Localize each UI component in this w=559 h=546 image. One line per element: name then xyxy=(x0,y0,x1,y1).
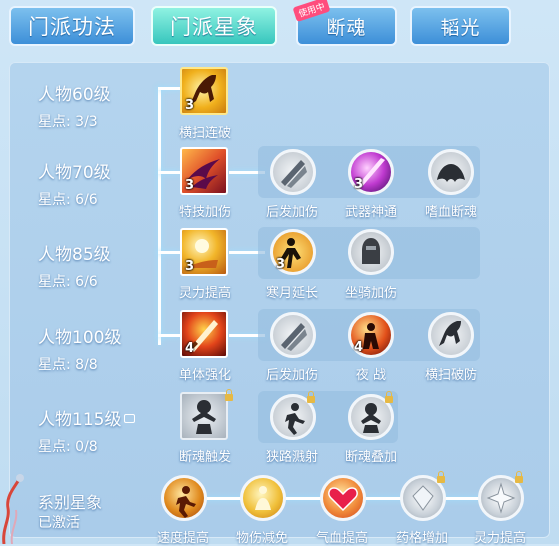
gem-icon xyxy=(412,485,434,511)
skill-han-yue-yan-chang[interactable]: 3 xyxy=(270,229,316,275)
armored-knight-icon xyxy=(362,238,380,264)
tab-duanhun[interactable]: 使用中 断魂 xyxy=(292,0,397,46)
meditating-figure-icon xyxy=(255,486,271,510)
blade-slash-icon xyxy=(281,323,307,351)
ornament-decoration xyxy=(2,474,24,544)
level-100: 人物100级 星点: 8/8 xyxy=(38,323,121,374)
lock-icon xyxy=(437,471,445,483)
skill-te-ji-jia-shang[interactable]: 3 xyxy=(180,147,228,195)
lock-icon xyxy=(307,391,315,403)
level-count: 3 xyxy=(185,178,195,193)
tab-label: 门派星象 xyxy=(170,15,258,39)
skill-label: 单体强化 xyxy=(178,368,231,383)
level-85: 人物85级 星点: 6/6 xyxy=(38,240,111,291)
tab-taoguang[interactable]: 韬光 xyxy=(410,6,511,46)
tab-sect-constellation[interactable]: 门派星象 xyxy=(151,6,277,46)
level-count: 3 xyxy=(185,98,195,113)
skill-heng-sao-lian-po[interactable]: 3 xyxy=(180,67,228,115)
system-hp-up[interactable] xyxy=(320,475,366,521)
skill-label: 夜 战 xyxy=(355,368,387,383)
skill-label: 后发加伤 xyxy=(265,205,318,220)
level-115: 人物115级 星点: 0/8 xyxy=(38,405,136,456)
system-physical-damage-reduction[interactable] xyxy=(240,475,286,521)
skill-label: 断魂叠加 xyxy=(344,450,397,465)
warrior-silhouette-icon xyxy=(192,400,216,434)
skill-label: 横扫连破 xyxy=(178,126,231,141)
level-count: 3 xyxy=(354,177,364,192)
skill-hou-fa-jia-shang[interactable] xyxy=(270,149,316,195)
tab-sect-skills[interactable]: 门派功法 xyxy=(9,6,135,46)
tab-label: 门派功法 xyxy=(28,15,116,39)
level-title: 人物60级 xyxy=(38,85,111,105)
level-stars: 星点: 0/8 xyxy=(38,439,98,455)
skill-shi-xue-duan-hun[interactable] xyxy=(428,149,474,195)
skill-dan-ti-qiang-hua[interactable]: 4 xyxy=(180,310,228,358)
level-title-text: 人物115级 xyxy=(38,410,122,430)
skill-label: 狭路溅射 xyxy=(265,450,318,465)
skill-heng-sao-po-fang[interactable] xyxy=(428,312,474,358)
system-label: 速度提高 xyxy=(156,531,209,546)
system-label: 气血提高 xyxy=(315,531,368,546)
skill-label: 武器神通 xyxy=(344,205,397,220)
level-title: 人物70级 xyxy=(38,163,111,183)
system-speed-up[interactable] xyxy=(161,475,207,521)
level-70: 人物70级 星点: 6/6 xyxy=(38,158,111,209)
blade-slash-icon xyxy=(281,160,307,188)
tab-bar: 门派功法 门派星象 使用中 断魂 韬光 xyxy=(0,0,559,56)
system-label: 灵力提高 xyxy=(473,531,526,546)
warrior-silhouette-icon xyxy=(361,403,381,433)
tree-connector xyxy=(158,171,180,174)
level-stars: 星点: 8/8 xyxy=(38,357,98,373)
skill-hou-fa-jia-shang-2[interactable] xyxy=(270,312,316,358)
skill-wu-qi-shen-tong[interactable]: 3 xyxy=(348,149,394,195)
in-use-badge: 使用中 xyxy=(292,0,331,23)
level-stars: 星点: 3/3 xyxy=(38,114,98,130)
level-stars: 星点: 6/6 xyxy=(38,274,98,290)
skill-ling-li-ti-gao[interactable]: 3 xyxy=(180,228,228,276)
lock-icon xyxy=(124,413,136,423)
skill-label: 特技加伤 xyxy=(178,205,231,220)
lock-icon xyxy=(225,389,233,401)
system-label: 药格增加 xyxy=(395,531,448,546)
tree-connector xyxy=(158,87,180,90)
system-constellation-title: 系别星象 xyxy=(38,493,103,512)
skill-ye-zhan[interactable]: 4 xyxy=(348,312,394,358)
tab-label: 断魂 xyxy=(326,16,367,39)
skill-duan-hun-chu-fa[interactable] xyxy=(180,392,228,440)
level-title: 人物85级 xyxy=(38,245,111,265)
sparkle-icon xyxy=(486,482,516,514)
tree-connector xyxy=(158,251,180,254)
skill-label: 断魂触发 xyxy=(178,450,231,465)
level-title: 人物115级 xyxy=(38,405,136,430)
skill-label: 寒月延长 xyxy=(265,286,318,301)
level-60: 人物60级 星点: 3/3 xyxy=(38,80,111,131)
system-constellation-status: 已激活 xyxy=(38,515,80,531)
lock-icon xyxy=(515,471,523,483)
skill-label: 坐骑加伤 xyxy=(344,286,397,301)
bat-wings-icon xyxy=(437,164,465,182)
level-count: 3 xyxy=(185,259,195,274)
level-count: 4 xyxy=(354,340,364,355)
tree-connector xyxy=(158,334,180,337)
sweep-figure-icon xyxy=(439,321,461,346)
tab-label: 韬光 xyxy=(440,16,481,39)
level-count: 4 xyxy=(185,341,195,356)
lock-icon xyxy=(385,391,393,403)
level-title: 人物100级 xyxy=(38,328,122,348)
level-count: 3 xyxy=(276,257,286,272)
skill-label: 嗜血断魂 xyxy=(424,205,477,220)
system-label: 物伤减免 xyxy=(235,531,288,546)
skill-label: 后发加伤 xyxy=(265,368,318,383)
running-figure-icon xyxy=(176,486,196,518)
skill-label: 灵力提高 xyxy=(178,286,231,301)
heart-icon xyxy=(328,487,358,512)
skill-zuo-qi-jia-shang[interactable] xyxy=(348,229,394,275)
level-stars: 星点: 6/6 xyxy=(38,192,98,208)
running-figure-icon xyxy=(285,403,305,435)
skill-label: 横扫破防 xyxy=(424,368,477,383)
tree-connector xyxy=(158,87,161,345)
